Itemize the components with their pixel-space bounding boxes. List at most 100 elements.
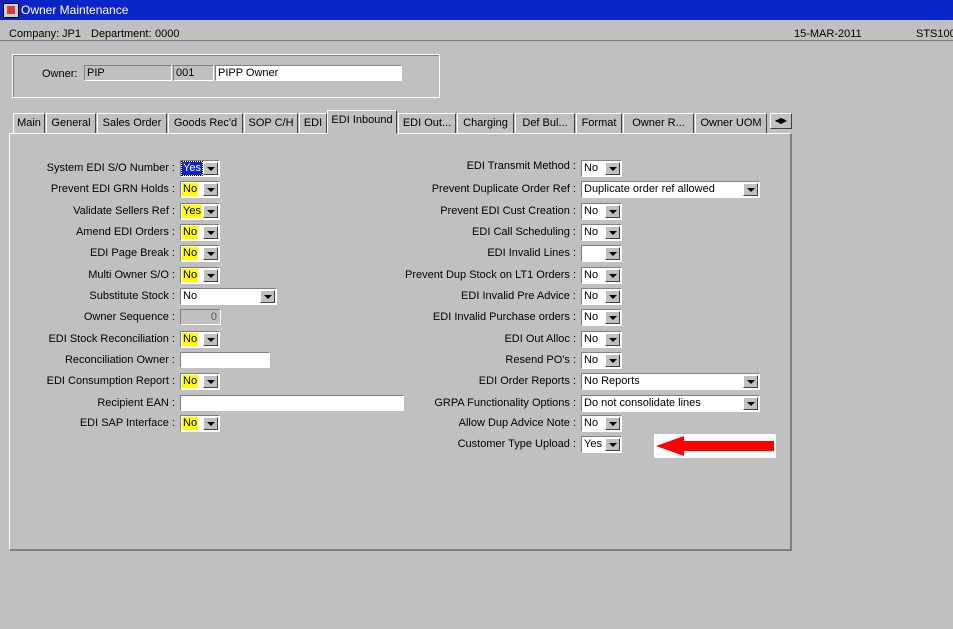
reconciliation-owner-field[interactable]: [180, 352, 270, 368]
label-validate-sellers-ref: Validate Sellers Ref :: [73, 205, 175, 217]
label-system-edi-so-number: System EDI S/O Number :: [46, 162, 175, 174]
tab-charging[interactable]: Charging: [457, 113, 514, 133]
owner-number-field[interactable]: 001: [173, 65, 214, 81]
validate-sellers-ref-select[interactable]: Yes: [180, 203, 220, 220]
chevron-down-icon[interactable]: [203, 205, 218, 218]
label-prevent-duplicate-order-ref: Prevent Duplicate Order Ref :: [431, 183, 576, 195]
edi-call-scheduling-value: No: [584, 226, 599, 238]
edi-order-reports-select[interactable]: No Reports: [581, 373, 760, 390]
edi-stock-reconciliation-select[interactable]: No: [180, 331, 220, 348]
label-edi-invalid-pre-advice: EDI Invalid Pre Advice :: [461, 290, 576, 302]
chevron-down-icon[interactable]: [605, 333, 620, 346]
prevent-dup-stock-lt1-value: No: [584, 269, 599, 281]
validate-sellers-ref-value: Yes: [182, 205, 202, 218]
tab-sales-order[interactable]: Sales Order: [97, 113, 167, 133]
owner-label: Owner:: [42, 68, 78, 80]
tab-format[interactable]: Format: [576, 113, 622, 133]
label-edi-page-break: EDI Page Break :: [90, 247, 175, 259]
label-multi-owner-so: Multi Owner S/O :: [88, 269, 175, 281]
owner-name-field[interactable]: PIPP Owner: [215, 65, 402, 81]
edi-page-break-select[interactable]: No: [180, 245, 220, 262]
chevron-down-icon[interactable]: [605, 417, 620, 430]
tab-edi-inbound[interactable]: EDI Inbound: [327, 110, 397, 134]
edi-invalid-purchase-orders-select[interactable]: No: [581, 309, 622, 326]
grpa-functionality-options-select[interactable]: Do not consolidate lines: [581, 395, 760, 412]
chevron-down-icon[interactable]: [743, 183, 758, 196]
chevron-down-icon[interactable]: [605, 226, 620, 239]
tab-main[interactable]: Main: [13, 113, 45, 133]
label-allow-dup-advice-note: Allow Dup Advice Note :: [458, 417, 576, 429]
owner-id-field[interactable]: PIP: [84, 65, 172, 81]
chevron-down-icon[interactable]: [203, 226, 218, 239]
label-edi-stock-reconciliation: EDI Stock Reconciliation :: [48, 333, 175, 345]
edi-invalid-lines-select[interactable]: [581, 245, 622, 262]
date-value: 15-MAR-2011: [794, 28, 862, 40]
substitute-stock-select[interactable]: No: [180, 288, 277, 305]
label-resend-pos: Resend PO's :: [505, 354, 576, 366]
info-separator: [0, 40, 953, 41]
edi-call-scheduling-select[interactable]: No: [581, 224, 622, 241]
chevron-down-icon[interactable]: [605, 290, 620, 303]
red-arrow-icon: [654, 434, 776, 458]
label-amend-edi-orders: Amend EDI Orders :: [75, 226, 175, 238]
allow-dup-advice-note-select[interactable]: No: [581, 415, 622, 432]
chevron-down-icon[interactable]: [605, 205, 620, 218]
chevron-down-icon[interactable]: [260, 290, 275, 303]
label-edi-consumption-report: EDI Consumption Report :: [46, 375, 175, 387]
chevron-down-icon[interactable]: [203, 375, 218, 388]
label-edi-out-alloc: EDI Out Alloc :: [504, 333, 576, 345]
grpa-functionality-options-value: Do not consolidate lines: [584, 397, 701, 409]
chevron-down-icon[interactable]: [203, 333, 218, 346]
edi-invalid-pre-advice-select[interactable]: No: [581, 288, 622, 305]
chevron-down-icon[interactable]: [605, 354, 620, 367]
chevron-down-icon[interactable]: [605, 438, 620, 451]
owner-sequence-field[interactable]: 0: [180, 309, 221, 325]
resend-pos-value: No: [584, 354, 599, 366]
chevron-down-icon[interactable]: [203, 269, 218, 282]
scroll-arrows-icon[interactable]: ◀▶: [770, 113, 792, 129]
tab-owner-r[interactable]: Owner R...: [623, 113, 694, 133]
prevent-edi-cust-creation-select[interactable]: No: [581, 203, 622, 220]
chevron-down-icon[interactable]: [605, 311, 620, 324]
recipient-ean-field[interactable]: [180, 395, 404, 411]
label-substitute-stock: Substitute Stock :: [89, 290, 175, 302]
tab-edi[interactable]: EDI: [299, 113, 327, 133]
edi-consumption-report-value: No: [182, 375, 199, 388]
chevron-down-icon[interactable]: [203, 247, 218, 260]
prevent-edi-cust-creation-value: No: [584, 205, 599, 217]
substitute-stock-value: No: [183, 290, 198, 302]
prevent-dup-stock-lt1-select[interactable]: No: [581, 267, 622, 284]
amend-edi-orders-select[interactable]: No: [180, 224, 220, 241]
edi-sap-interface-select[interactable]: No: [180, 415, 220, 432]
chevron-down-icon[interactable]: [743, 397, 758, 410]
chevron-down-icon[interactable]: [203, 417, 218, 430]
edi-out-alloc-value: No: [584, 333, 599, 345]
tab-edi-outbound[interactable]: EDI Out...: [398, 113, 456, 133]
tab-general[interactable]: General: [46, 113, 96, 133]
chevron-down-icon[interactable]: [743, 375, 758, 388]
chevron-down-icon[interactable]: [605, 162, 620, 175]
label-reconciliation-owner: Reconciliation Owner :: [64, 354, 175, 366]
tab-goods-recd[interactable]: Goods Rec'd: [168, 113, 243, 133]
chevron-down-icon[interactable]: [203, 162, 218, 175]
app-icon[interactable]: [3, 3, 19, 18]
title-bar: Owner Maintenance: [0, 0, 953, 20]
customer-type-upload-select[interactable]: Yes: [581, 436, 622, 453]
chevron-down-icon[interactable]: [605, 269, 620, 282]
resend-pos-select[interactable]: No: [581, 352, 622, 369]
tab-sop-ch[interactable]: SOP C/H: [244, 113, 298, 133]
edi-consumption-report-select[interactable]: No: [180, 373, 220, 390]
edi-stock-reconciliation-value: No: [182, 333, 199, 346]
system-edi-so-number-select[interactable]: Yes: [180, 160, 220, 177]
edi-out-alloc-select[interactable]: No: [581, 331, 622, 348]
company-label: Company:: [9, 28, 60, 40]
prevent-duplicate-order-ref-select[interactable]: Duplicate order ref allowed: [581, 181, 760, 198]
tab-owner-uom[interactable]: Owner UOM: [695, 113, 767, 133]
chevron-down-icon[interactable]: [203, 183, 218, 196]
label-edi-invalid-lines: EDI Invalid Lines :: [487, 247, 576, 259]
prevent-edi-grn-holds-select[interactable]: No: [180, 181, 220, 198]
edi-transmit-method-select[interactable]: No: [581, 160, 622, 177]
tab-def-bulk[interactable]: Def Bul...: [515, 113, 575, 133]
chevron-down-icon[interactable]: [605, 247, 620, 260]
multi-owner-so-select[interactable]: No: [180, 267, 220, 284]
